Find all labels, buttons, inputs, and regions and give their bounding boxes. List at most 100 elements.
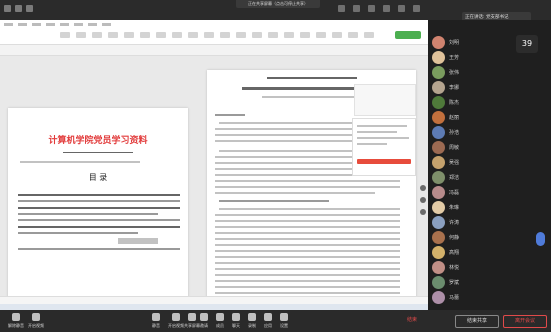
participant-item[interactable]: 李娜	[432, 81, 547, 95]
participant-item[interactable]: 罗斌	[432, 276, 547, 290]
participant-item[interactable]: 马蕾	[432, 291, 547, 305]
menu-item[interactable]	[46, 23, 55, 26]
participant-item[interactable]: 周敏	[432, 141, 547, 155]
ribbon-tool[interactable]	[140, 32, 150, 38]
layout-icon[interactable]	[353, 5, 360, 12]
avatar	[432, 246, 445, 259]
ribbon-tool[interactable]	[156, 32, 166, 38]
ribbon-tool[interactable]	[108, 32, 118, 38]
participant-item[interactable]: 高翔	[432, 246, 547, 260]
share-doc-button[interactable]	[395, 31, 421, 39]
close-icon[interactable]	[413, 5, 420, 12]
network-icon	[4, 5, 11, 12]
toolbar-icon	[264, 313, 272, 321]
video-button[interactable]: 开启视频	[28, 313, 44, 329]
more-icon[interactable]	[398, 5, 405, 12]
ribbon-tool[interactable]	[332, 32, 342, 38]
zoom-icon[interactable]	[420, 185, 426, 191]
participant-name: 许涛	[449, 220, 460, 226]
menu-item[interactable]	[102, 23, 111, 26]
toolbar-icon	[280, 313, 288, 321]
participant-item[interactable]: 张伟	[432, 66, 547, 80]
unmute-button[interactable]: 解除静音	[8, 313, 24, 329]
participant-item[interactable]: 郑洁	[432, 171, 547, 185]
ribbon-tool[interactable]	[204, 32, 214, 38]
page-icon[interactable]	[420, 197, 426, 203]
participant-name: 罗斌	[449, 280, 460, 286]
toolbar-button[interactable]: 开启视频	[168, 313, 184, 329]
menu-row	[4, 23, 111, 26]
menu-item[interactable]	[60, 23, 69, 26]
avatar	[432, 66, 445, 79]
top-status-icons	[4, 5, 33, 12]
end-small-button[interactable]: 结束	[400, 315, 424, 326]
participant-name: 孙浩	[449, 130, 460, 136]
participant-item[interactable]: 刘明	[432, 36, 547, 50]
toolbar-icon	[172, 313, 180, 321]
ribbon-tool[interactable]	[316, 32, 326, 38]
leave-meeting-button[interactable]: 离开会议	[503, 315, 547, 328]
participant-item[interactable]: 陈杰	[432, 96, 547, 110]
toolbar-icon	[188, 313, 196, 321]
ribbon-tool[interactable]	[236, 32, 246, 38]
ribbon-tool[interactable]	[188, 32, 198, 38]
participant-name: 郑洁	[449, 175, 460, 181]
menu-item[interactable]	[74, 23, 83, 26]
comment-icon[interactable]	[420, 209, 426, 215]
participant-item[interactable]: 王芳	[432, 51, 547, 65]
menu-item[interactable]	[32, 23, 41, 26]
participant-item[interactable]: 朱琳	[432, 201, 547, 215]
participant-item[interactable]: 冯磊	[432, 186, 547, 200]
participant-name: 吴强	[449, 160, 460, 166]
avatar	[432, 201, 445, 214]
participant-name: 王芳	[449, 55, 460, 61]
minimize-icon[interactable]	[368, 5, 375, 12]
ribbon-tool[interactable]	[92, 32, 102, 38]
toolbar-label: 静音	[152, 323, 160, 328]
fullscreen-icon[interactable]	[383, 5, 390, 12]
comment-submit-button[interactable]	[357, 159, 411, 164]
ribbon-tool[interactable]	[268, 32, 278, 38]
doc-side-tools	[420, 185, 426, 215]
participant-item[interactable]: 吴强	[432, 156, 547, 170]
ribbon-tool[interactable]	[60, 32, 70, 38]
ribbon-tool[interactable]	[284, 32, 294, 38]
ruler	[0, 45, 428, 56]
avatar	[432, 276, 445, 289]
ribbon-tool[interactable]	[300, 32, 310, 38]
toolbar-button[interactable]: 成员	[216, 313, 224, 329]
participant-item[interactable]: 许涛	[432, 216, 547, 230]
avatar	[432, 141, 445, 154]
ribbon-tool[interactable]	[124, 32, 134, 38]
ribbon-tool[interactable]	[364, 32, 374, 38]
toolbar-label: 共享屏幕	[184, 323, 200, 328]
participant-name: 何静	[449, 235, 460, 241]
toolbar-button[interactable]: 邀请	[200, 313, 208, 329]
mic-float-icon[interactable]	[536, 232, 545, 246]
participant-name: 周敏	[449, 145, 460, 151]
toolbar-button[interactable]: 共享屏幕	[184, 313, 200, 329]
menu-item[interactable]	[4, 23, 13, 26]
participant-item[interactable]: 何静	[432, 231, 547, 245]
avatar	[432, 81, 445, 94]
ribbon-tool[interactable]	[76, 32, 86, 38]
share-banner[interactable]: 正在共享屏幕（点击可停止共享）	[236, 0, 320, 8]
ribbon-tool[interactable]	[172, 32, 182, 38]
stop-share-button[interactable]: 结束共享	[455, 315, 499, 328]
participant-item[interactable]: 赵丽	[432, 111, 547, 125]
toolbar-button[interactable]: 聊天	[232, 313, 240, 329]
participant-name: 赵丽	[449, 115, 460, 121]
ribbon-tool[interactable]	[252, 32, 262, 38]
toolbar-button[interactable]: 应用	[264, 313, 272, 329]
participant-item[interactable]: 孙浩	[432, 126, 547, 140]
participant-item[interactable]: 林悦	[432, 261, 547, 275]
toolbar-button[interactable]: 录制	[248, 313, 256, 329]
toolbar-button[interactable]: 设置	[280, 313, 288, 329]
menu-item[interactable]	[88, 23, 97, 26]
menu-item[interactable]	[18, 23, 27, 26]
pin-icon[interactable]	[338, 5, 345, 12]
avatar	[432, 171, 445, 184]
ribbon-tool[interactable]	[220, 32, 230, 38]
ribbon-tool[interactable]	[348, 32, 358, 38]
toolbar-button[interactable]: 静音	[152, 313, 160, 329]
